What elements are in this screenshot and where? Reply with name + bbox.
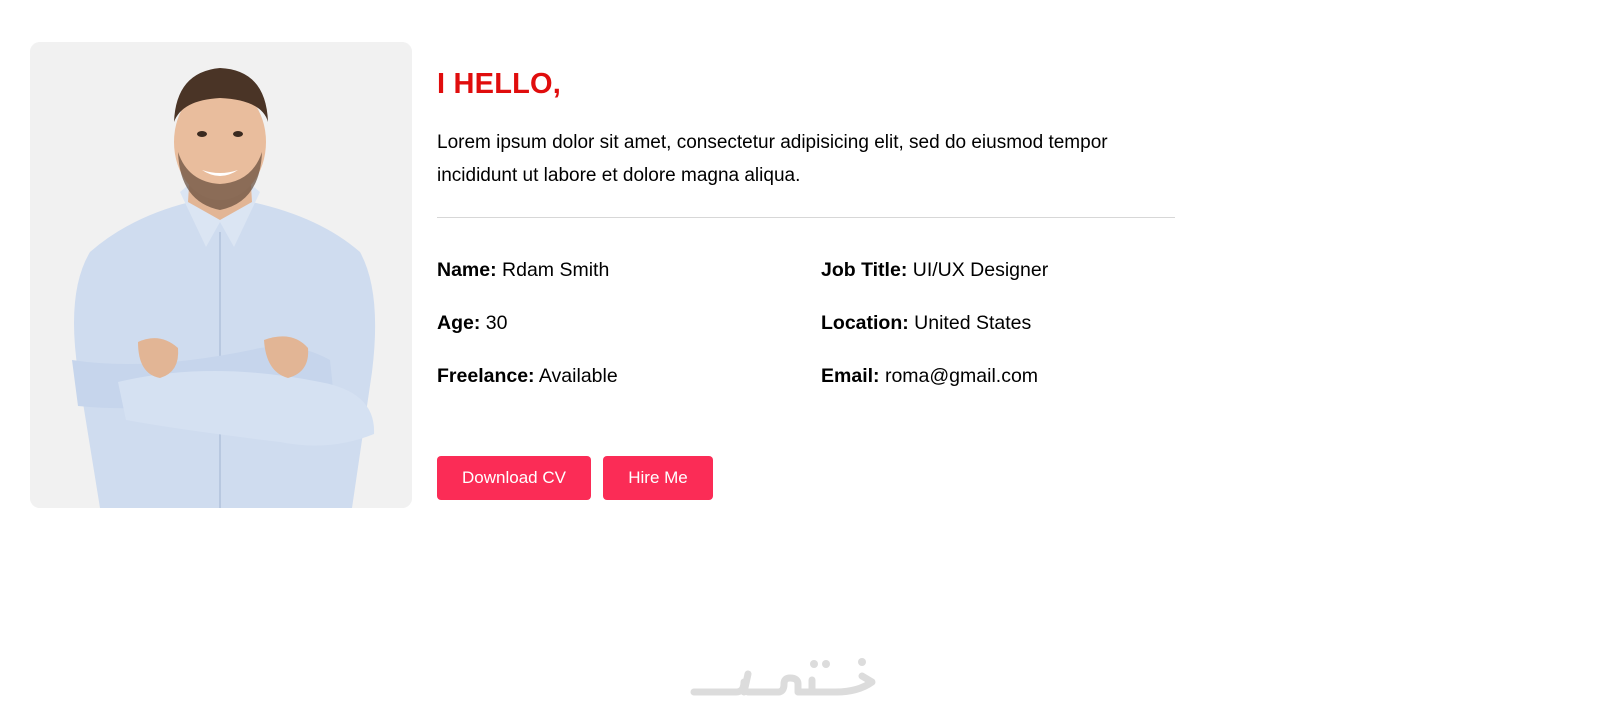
action-buttons: Download CV Hire Me xyxy=(437,456,713,500)
detail-label: Name: xyxy=(437,259,497,281)
detail-name: Name: Rdam Smith xyxy=(437,257,609,283)
detail-value: United States xyxy=(914,312,1032,334)
detail-age: Age: 30 xyxy=(437,310,507,336)
detail-value: roma@gmail.com xyxy=(884,365,1039,387)
detail-job-title: Job Title: UI/UX Designer xyxy=(821,257,1048,283)
download-cv-button[interactable]: Download CV xyxy=(437,456,591,500)
watermark-logo xyxy=(686,652,882,702)
detail-label: Freelance: xyxy=(437,365,535,387)
detail-location: Location: United States xyxy=(821,310,1031,336)
divider xyxy=(437,217,1175,218)
detail-freelance: Freelance: Available xyxy=(437,363,618,389)
detail-label: Job Title: xyxy=(821,259,908,281)
details-grid: Name: Rdam Smith Job Title: UI/UX Design… xyxy=(437,257,1175,397)
profile-content: I HELLO, Lorem ipsum dolor sit amet, con… xyxy=(437,60,1175,397)
profile-photo xyxy=(30,42,412,508)
detail-label: Email: xyxy=(821,365,880,387)
about-section: I HELLO, Lorem ipsum dolor sit amet, con… xyxy=(0,0,1600,728)
detail-label: Location: xyxy=(821,312,909,334)
detail-value: Available xyxy=(538,365,618,387)
detail-value: 30 xyxy=(485,312,508,334)
khamsat-logo-icon xyxy=(690,658,876,696)
detail-value: UI/UX Designer xyxy=(912,259,1049,281)
detail-label: Age: xyxy=(437,312,481,334)
detail-value: Rdam Smith xyxy=(502,259,610,281)
bio-text: Lorem ipsum dolor sit amet, consectetur … xyxy=(437,132,1108,186)
greeting-heading: I HELLO, xyxy=(437,68,562,100)
detail-email: Email: roma@gmail.com xyxy=(821,363,1038,389)
person-photo-icon xyxy=(30,42,412,508)
hire-me-button[interactable]: Hire Me xyxy=(603,456,713,500)
